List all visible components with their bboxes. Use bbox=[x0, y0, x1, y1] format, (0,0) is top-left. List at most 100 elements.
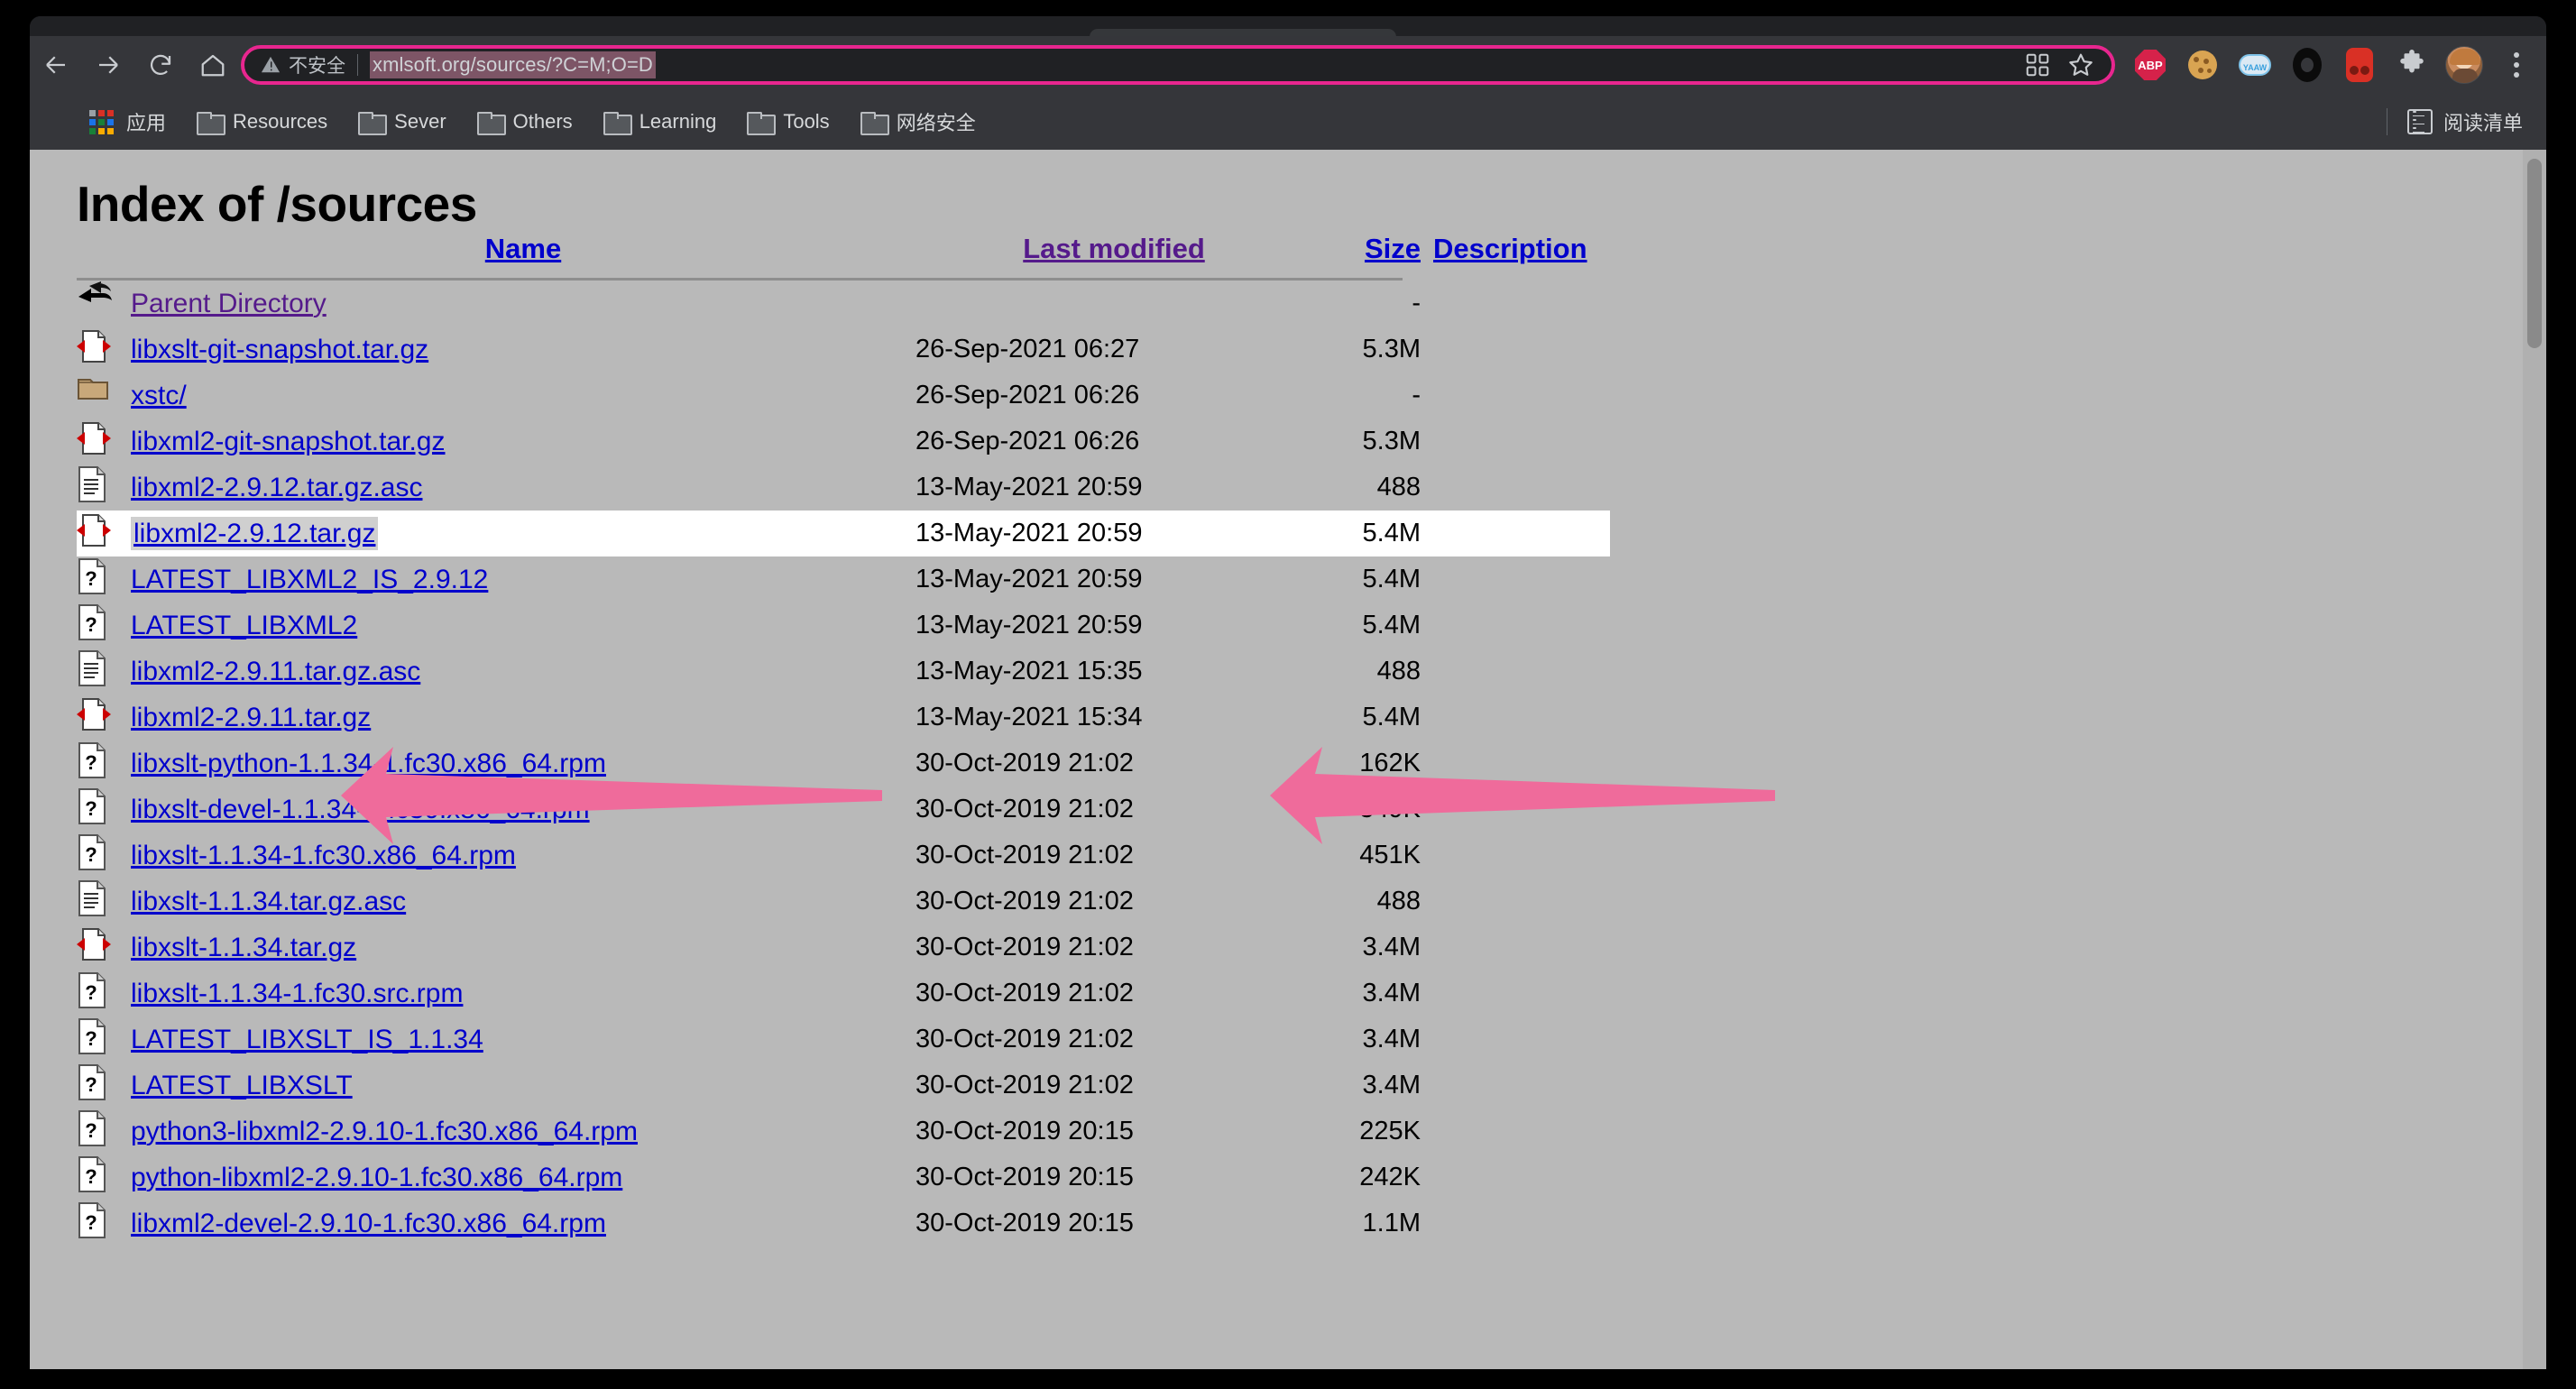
sort-by-description-link[interactable]: Description bbox=[1433, 233, 1587, 264]
table-row[interactable]: ? libxslt-1.1.34-1.fc30.x86_64.rpm 30-Oct-… bbox=[77, 832, 1610, 878]
header-last-modified[interactable]: Last modified bbox=[915, 233, 1312, 265]
file-link[interactable]: LATEST_LIBXML2_IS_2.9.12 bbox=[131, 565, 488, 594]
row-name-cell[interactable]: libxml2-2.9.12.tar.gz bbox=[131, 511, 915, 557]
yaaw-extension[interactable]: YAAW bbox=[2229, 39, 2281, 91]
row-name-cell[interactable]: LATEST_LIBXSLT_IS_1.1.34 bbox=[131, 1016, 915, 1062]
extensions-menu-button[interactable] bbox=[2386, 39, 2438, 91]
row-name-cell[interactable]: libxslt-1.1.34-1.fc30.src.rpm bbox=[131, 970, 915, 1016]
home-button[interactable] bbox=[187, 39, 239, 91]
file-link[interactable]: LATEST_LIBXSLT_IS_1.1.34 bbox=[131, 1025, 483, 1054]
file-link[interactable]: libxslt-1.1.34.tar.gz bbox=[131, 933, 356, 962]
table-row[interactable]: libxslt-1.1.34.tar.gz 30-Oct-2019 21:02 3.… bbox=[77, 924, 1610, 970]
chrome-menu-button[interactable] bbox=[2490, 39, 2543, 91]
sort-by-size-link[interactable]: Size bbox=[1365, 233, 1421, 264]
cookie-extension[interactable] bbox=[2176, 39, 2229, 91]
unknown-file-icon: ? bbox=[78, 742, 106, 778]
forward-button[interactable] bbox=[82, 39, 134, 91]
file-link[interactable]: python3-libxml2-2.9.10-1.fc30.x86_64.rpm bbox=[131, 1117, 638, 1146]
bookmark-network-security[interactable]: 网络安全 bbox=[851, 101, 985, 143]
table-row[interactable]: xstc/26-Sep-2021 06:26 - bbox=[77, 373, 1610, 419]
row-name-cell[interactable]: libxslt-python-1.1.34-1.fc30.x86_64.rpm bbox=[131, 740, 915, 786]
adblock-plus-extension[interactable]: ABP bbox=[2124, 39, 2176, 91]
header-size[interactable]: Size bbox=[1312, 233, 1421, 265]
row-name-cell[interactable]: libxslt-1.1.34.tar.gz bbox=[131, 924, 915, 970]
row-name-cell[interactable]: libxslt-1.1.34-1.fc30.x86_64.rpm bbox=[131, 832, 915, 878]
file-link[interactable]: LATEST_LIBXSLT bbox=[131, 1071, 353, 1100]
bookmark-tools[interactable]: Tools bbox=[738, 101, 838, 143]
file-link[interactable]: libxml2-devel-2.9.10-1.fc30.x86_64.rpm bbox=[131, 1209, 606, 1238]
row-name-cell[interactable]: libxslt-1.1.34.tar.gz.asc bbox=[131, 878, 915, 924]
red-extension[interactable] bbox=[2333, 39, 2386, 91]
row-name-cell[interactable]: libxml2-2.9.11.tar.gz bbox=[131, 694, 915, 740]
table-row[interactable]: ? libxml2-devel-2.9.10-1.fc30.x86_64.rpm 3… bbox=[77, 1200, 1610, 1246]
table-row[interactable]: ? LATEST_LIBXML2 13-May-2021 20:59 5.4M bbox=[77, 603, 1610, 649]
table-row[interactable]: ? LATEST_LIBXSLT_IS_1.1.34 30-Oct-2019 21:… bbox=[77, 1016, 1610, 1062]
page-scrollbar[interactable] bbox=[2523, 150, 2546, 1369]
table-row[interactable]: ? LATEST_LIBXSLT 30-Oct-2019 21:02 3.4M bbox=[77, 1062, 1610, 1108]
file-link[interactable]: libxslt-1.1.34-1.fc30.x86_64.rpm bbox=[131, 841, 516, 870]
file-link[interactable]: libxml2-git-snapshot.tar.gz bbox=[131, 427, 446, 456]
scrollbar-thumb[interactable] bbox=[2527, 159, 2542, 348]
row-name-cell[interactable]: libxml2-git-snapshot.tar.gz bbox=[131, 419, 915, 465]
table-row[interactable]: libxml2-2.9.11.tar.gz.asc 13-May-2021 15:… bbox=[77, 649, 1610, 694]
table-row[interactable]: libxml2-2.9.12.tar.gz.asc 13-May-2021 20:… bbox=[77, 465, 1610, 511]
bookmarks-bar-right: 阅读清单 bbox=[2386, 107, 2546, 136]
row-name-cell[interactable]: Parent Directory bbox=[131, 281, 915, 327]
table-row[interactable]: libxslt-1.1.34.tar.gz.asc 30-Oct-2019 21:… bbox=[77, 878, 1610, 924]
svg-text:?: ? bbox=[85, 843, 97, 866]
table-row[interactable]: ? libxslt-python-1.1.34-1.fc30.x86_64.rpm… bbox=[77, 740, 1610, 786]
bookmark-button[interactable] bbox=[2059, 43, 2102, 87]
profile-button[interactable] bbox=[2438, 39, 2490, 91]
file-link[interactable]: libxslt-devel-1.1.34-1.fc30.x86_64.rpm bbox=[131, 795, 590, 824]
row-name-cell[interactable]: xstc/ bbox=[131, 373, 915, 419]
file-link[interactable]: xstc/ bbox=[131, 381, 187, 410]
kebab-dot bbox=[2514, 72, 2519, 78]
table-row[interactable]: libxslt-git-snapshot.tar.gz 26-Sep-2021 0… bbox=[77, 327, 1610, 373]
bookmark-resources[interactable]: Resources bbox=[188, 101, 336, 143]
bookmark-learning[interactable]: Learning bbox=[594, 101, 726, 143]
back-button[interactable] bbox=[30, 39, 82, 91]
url-text[interactable]: xmlsoft.org/sources/?C=M;O=D bbox=[370, 51, 656, 78]
row-name-cell[interactable]: libxslt-devel-1.1.34-1.fc30.x86_64.rpm bbox=[131, 786, 915, 832]
row-name-cell[interactable]: python3-libxml2-2.9.10-1.fc30.x86_64.rpm bbox=[131, 1108, 915, 1154]
file-link[interactable]: libxslt-1.1.34.tar.gz.asc bbox=[131, 887, 406, 916]
bookmark-apps[interactable]: 应用 bbox=[80, 101, 175, 143]
table-row[interactable]: libxml2-2.9.12.tar.gz 13-May-2021 20:59 5.… bbox=[77, 511, 1610, 557]
bookmark-others[interactable]: Others bbox=[468, 101, 582, 143]
row-name-cell[interactable]: LATEST_LIBXSLT bbox=[131, 1062, 915, 1108]
file-link[interactable]: Parent Directory bbox=[131, 289, 327, 318]
sort-by-name-link[interactable]: Name bbox=[485, 233, 561, 264]
table-row[interactable]: libxml2-git-snapshot.tar.gz 26-Sep-2021 0… bbox=[77, 419, 1610, 465]
table-row[interactable]: ? LATEST_LIBXML2_IS_2.9.12 13-May-2021 20:… bbox=[77, 557, 1610, 603]
sort-by-date-link[interactable]: Last modified bbox=[1023, 233, 1205, 264]
row-name-cell[interactable]: python-libxml2-2.9.10-1.fc30.x86_64.rpm bbox=[131, 1154, 915, 1200]
row-name-cell[interactable]: LATEST_LIBXML2 bbox=[131, 603, 915, 649]
reload-button[interactable] bbox=[134, 39, 187, 91]
file-link[interactable]: libxml2-2.9.12.tar.gz.asc bbox=[131, 473, 422, 502]
row-name-cell[interactable]: libxml2-2.9.11.tar.gz.asc bbox=[131, 649, 915, 694]
file-link[interactable]: libxml2-2.9.12.tar.gz bbox=[131, 516, 379, 550]
row-name-cell[interactable]: LATEST_LIBXML2_IS_2.9.12 bbox=[131, 557, 915, 603]
table-row[interactable]: libxml2-2.9.11.tar.gz 13-May-2021 15:34 5.… bbox=[77, 694, 1610, 740]
table-row[interactable]: ? python3-libxml2-2.9.10-1.fc30.x86_64.rp… bbox=[77, 1108, 1610, 1154]
header-description[interactable]: Description bbox=[1421, 233, 1610, 265]
row-name-cell[interactable]: libxml2-2.9.12.tar.gz.asc bbox=[131, 465, 915, 511]
row-name-cell[interactable]: libxml2-devel-2.9.10-1.fc30.x86_64.rpm bbox=[131, 1200, 915, 1246]
file-link[interactable]: python-libxml2-2.9.10-1.fc30.x86_64.rpm bbox=[131, 1163, 622, 1192]
file-link[interactable]: libxslt-python-1.1.34-1.fc30.x86_64.rpm bbox=[131, 749, 606, 778]
ring-extension[interactable] bbox=[2281, 39, 2333, 91]
table-row[interactable]: Parent Directory - bbox=[77, 281, 1610, 327]
file-link[interactable]: LATEST_LIBXML2 bbox=[131, 611, 357, 640]
file-link[interactable]: libxml2-2.9.11.tar.gz.asc bbox=[131, 657, 420, 686]
header-name[interactable]: Name bbox=[131, 233, 915, 265]
file-link[interactable]: libxslt-1.1.34-1.fc30.src.rpm bbox=[131, 979, 463, 1008]
qr-code-button[interactable] bbox=[2016, 43, 2059, 87]
table-row[interactable]: ? libxslt-devel-1.1.34-1.fc30.x86_64.rpm 3… bbox=[77, 786, 1610, 832]
bookmark-sever[interactable]: Sever bbox=[349, 101, 455, 143]
table-row[interactable]: ? libxslt-1.1.34-1.fc30.src.rpm 30-Oct-201… bbox=[77, 970, 1610, 1016]
row-name-cell[interactable]: libxslt-git-snapshot.tar.gz bbox=[131, 327, 915, 373]
file-link[interactable]: libxml2-2.9.11.tar.gz bbox=[131, 703, 371, 732]
table-row[interactable]: ? python-libxml2-2.9.10-1.fc30.x86_64.rpm… bbox=[77, 1154, 1610, 1200]
file-link[interactable]: libxslt-git-snapshot.tar.gz bbox=[131, 335, 428, 364]
address-bar[interactable]: 不安全 xmlsoft.org/sources/?C=M;O=D bbox=[241, 45, 2115, 85]
